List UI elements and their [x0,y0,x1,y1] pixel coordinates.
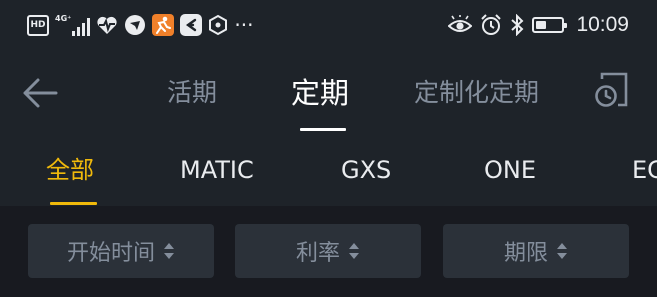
coin-filter-one[interactable]: ONE [484,152,536,188]
alarm-icon [480,14,502,36]
active-tab-indicator [300,128,346,131]
sort-button-label: 开始时间 [66,241,155,266]
more-notifications-indicator: ··· [234,13,254,37]
sort-updown-icon [348,242,360,260]
tab-locked[interactable]: 定期 [291,70,349,116]
app-screen: HD 4G⁺ ··· 10:09 活期 定期 定制化定期 全部 MATIC GX… [0,0,657,297]
app-notification-icon [124,14,146,36]
status-time: 10:09 [576,13,629,36]
sort-button-label: 期限 [503,241,548,266]
hd-icon: HD [27,14,49,36]
battery-fill [536,21,547,29]
product-type-tabs: 活期 定期 定制化定期 [0,70,657,134]
sort-duration-button[interactable]: 期限 [443,224,629,278]
health-heart-icon [96,15,118,35]
sort-button-label: 利率 [295,241,340,266]
app-e-icon [180,14,203,36]
sort-interest-rate-button[interactable]: 利率 [235,224,421,278]
bluetooth-icon [510,14,524,36]
tab-customized-locked[interactable]: 定制化定期 [414,70,539,116]
sort-start-time-button[interactable]: 开始时间 [28,224,214,278]
coin-filter-matic[interactable]: MATIC [180,152,254,188]
tab-flexible[interactable]: 活期 [167,70,217,116]
eye-comfort-icon [448,15,473,35]
network-type-label: 4G⁺ [55,14,72,23]
battery-icon [532,17,568,33]
sort-updown-icon [556,242,568,260]
history-button[interactable] [592,72,630,110]
sort-updown-icon [163,242,175,260]
hexagon-app-icon [208,14,228,36]
coin-filter-gxs[interactable]: GXS [341,152,391,188]
signal-bars [72,18,91,36]
coin-filter-eg[interactable]: EG [632,152,657,188]
status-bar-right: 10:09 [448,13,629,37]
running-app-icon [152,14,175,36]
signal-icon: 4G⁺ [55,14,91,36]
clock-history-icon [595,72,628,107]
status-bar-left: HD 4G⁺ ··· [27,13,253,37]
coin-filter-all[interactable]: 全部 [46,152,94,188]
coin-filter: 全部 MATIC GXS ONE EG [0,146,657,206]
sort-bar: 开始时间 利率 期限 [0,206,657,297]
status-bar: HD 4G⁺ ··· 10:09 [0,0,657,50]
active-coin-indicator [50,202,97,205]
